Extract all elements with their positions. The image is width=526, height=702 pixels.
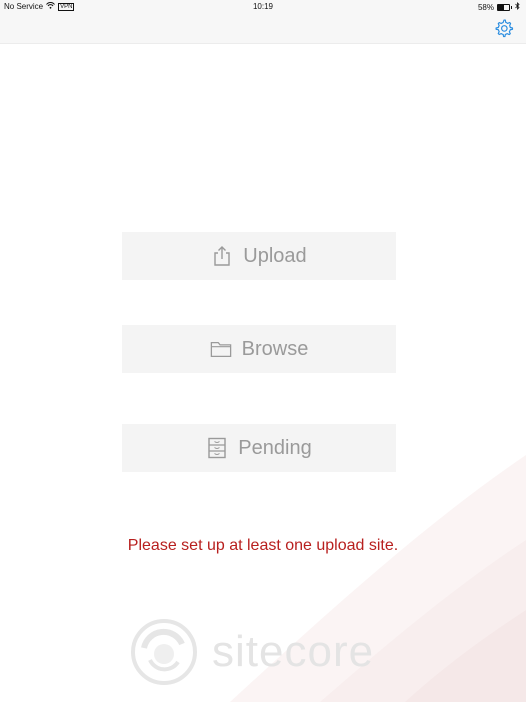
sitecore-logo-mark [131, 619, 197, 685]
cabinet-icon [206, 437, 228, 459]
bluetooth-icon [515, 2, 520, 12]
sitecore-wordmark: sitecore [212, 627, 375, 676]
warning-message: Please set up at least one upload site. [127, 537, 399, 554]
pending-label: Pending [238, 436, 312, 459]
battery-cap [511, 5, 512, 9]
browse-button[interactable]: Browse [122, 325, 396, 373]
sitecore-logo: sitecore [130, 618, 374, 686]
settings-button[interactable] [494, 18, 514, 38]
upload-button[interactable]: Upload [122, 232, 396, 280]
browse-label: Browse [241, 337, 309, 360]
battery-percent: 58% [477, 2, 494, 12]
gear-icon [495, 19, 514, 38]
navigation-bar [0, 14, 526, 44]
folder-icon [210, 338, 232, 360]
clock: 10:19 [252, 2, 274, 11]
pending-button[interactable]: Pending [122, 424, 396, 472]
upload-icon [211, 245, 233, 267]
status-bar: No Service VPN 10:19 58% [0, 0, 526, 14]
battery-icon [497, 3, 510, 11]
upload-label: Upload [243, 244, 307, 267]
